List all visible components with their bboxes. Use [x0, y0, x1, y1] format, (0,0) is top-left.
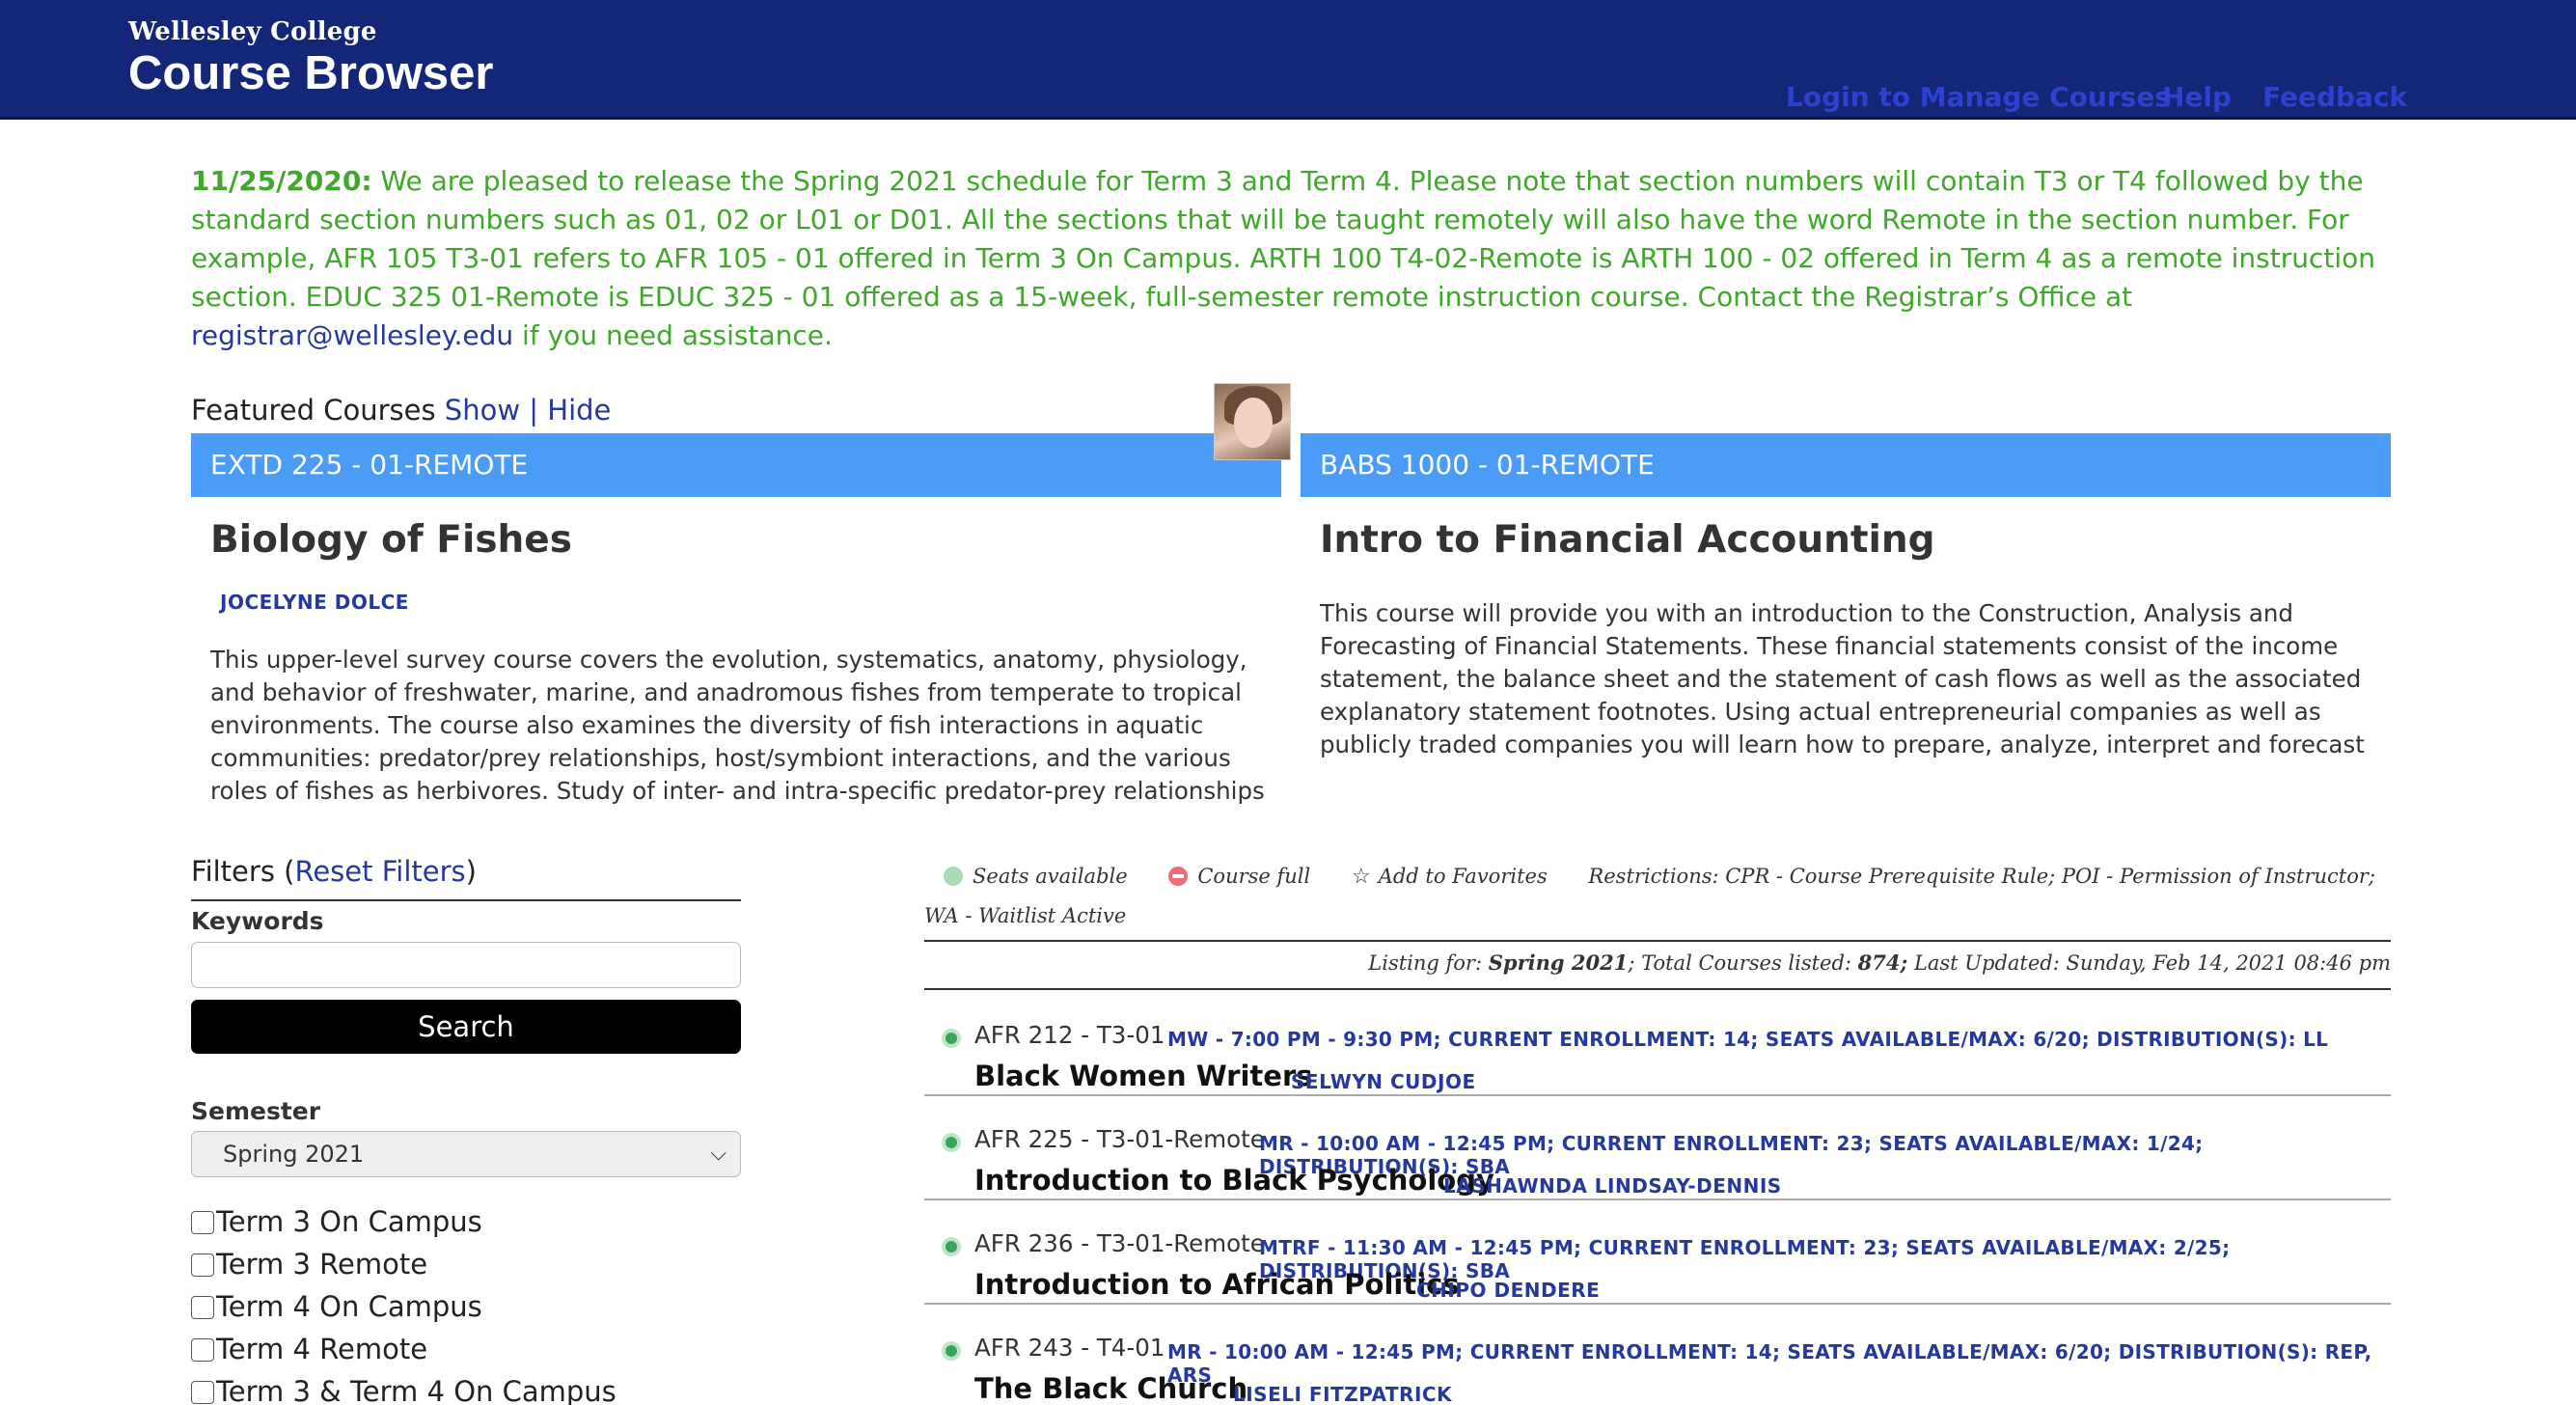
course-row[interactable]: AFR 236 - T3-01-Remote MTRF - 11:30 AM -…	[924, 1200, 2391, 1305]
featured-course-description: This course will provide you with an int…	[1320, 599, 2365, 758]
checkbox[interactable]	[191, 1211, 214, 1234]
course-code[interactable]: AFR 212 - T3-01	[974, 1021, 1165, 1049]
seats-available-icon	[942, 1029, 961, 1048]
total-courses: 874;	[1857, 950, 1908, 975]
course-title[interactable]: The Black Church	[974, 1372, 1247, 1405]
course-meta: MW - 7:00 PM - 9:30 PM; CURRENT ENROLLME…	[1167, 1028, 2329, 1051]
reset-filters-link[interactable]: Reset Filters	[294, 855, 465, 888]
keywords-label: Keywords	[191, 907, 324, 935]
announcement-text: We are pleased to release the Spring 202…	[191, 165, 2375, 313]
divider	[924, 940, 2391, 942]
instructor-link[interactable]: CHIPO DENDERE	[1416, 1279, 1600, 1302]
feedback-link[interactable]: Feedback	[2262, 81, 2407, 113]
search-button[interactable]: Search	[191, 1000, 741, 1054]
featured-label: Featured Courses	[191, 394, 445, 427]
course-row[interactable]: AFR 212 - T3-01 MW - 7:00 PM - 9:30 PM; …	[924, 992, 2391, 1096]
restrictions-text: Restrictions: CPR - Course Prerequisite …	[924, 865, 2375, 927]
course-meta: MR - 10:00 AM - 12:45 PM; CURRENT ENROLL…	[1167, 1340, 2372, 1387]
filters-title: Filters (Reset Filters)	[191, 855, 477, 888]
featured-courses-header: Featured Courses Show | Hide	[191, 394, 611, 427]
semester-select[interactable]: Spring 2021 ⌵	[191, 1131, 741, 1177]
seats-available-icon	[942, 1341, 961, 1361]
instructor-avatar	[1214, 383, 1291, 460]
seats-available-icon	[942, 1133, 961, 1152]
listing-semester: Spring 2021	[1488, 950, 1629, 975]
term-checkbox[interactable]: Term 3 On Campus	[191, 1204, 482, 1239]
login-link[interactable]: Login to Manage Courses	[1786, 81, 2171, 113]
term-checkbox[interactable]: Term 4 On Campus	[191, 1289, 482, 1324]
course-code[interactable]: AFR 225 - T3-01-Remote	[974, 1125, 1265, 1153]
keywords-input[interactable]	[191, 942, 741, 988]
checkbox[interactable]	[191, 1253, 214, 1277]
featured-course-title[interactable]: Intro to Financial Accounting	[1320, 518, 1935, 562]
app-title[interactable]: Course Browser	[128, 46, 494, 100]
course-title[interactable]: Introduction to Black Psychology	[974, 1164, 1494, 1197]
checkbox[interactable]	[191, 1381, 214, 1404]
course-title[interactable]: Black Women Writers	[974, 1060, 1313, 1092]
announcement-date: 11/25/2020:	[191, 165, 372, 197]
featured-card[interactable]: BABS 1000 - 01-REMOTE Intro to Financial…	[1301, 433, 2391, 758]
featured-show-link[interactable]: Show	[445, 394, 520, 427]
instructor-link[interactable]: SELWYN CUDJOE	[1291, 1070, 1476, 1093]
checkbox[interactable]	[191, 1338, 214, 1362]
course-code[interactable]: AFR 236 - T3-01-Remote	[974, 1229, 1265, 1257]
featured-card[interactable]: EXTD 225 - 01-REMOTE Biology of Fishes J…	[191, 433, 1281, 805]
divider	[924, 988, 2391, 990]
featured-course-code[interactable]: EXTD 225 - 01-REMOTE	[191, 433, 1281, 497]
term-checkbox[interactable]: Term 3 Remote	[191, 1247, 427, 1281]
term-checkbox[interactable]: Term 4 Remote	[191, 1332, 427, 1366]
course-title[interactable]: Introduction to African Politics	[974, 1268, 1460, 1301]
semester-selected: Spring 2021	[223, 1141, 365, 1168]
term-checkbox[interactable]: Term 3 & Term 4 On Campus	[191, 1374, 617, 1405]
listing-info: Listing for: Spring 2021; Total Courses …	[1368, 950, 2391, 975]
instructor-link[interactable]: LASHAWNDA LINDSAY-DENNIS	[1443, 1174, 1782, 1198]
featured-course-code[interactable]: BABS 1000 - 01-REMOTE	[1301, 433, 2391, 497]
featured-course-description: This upper-level survey course covers th…	[210, 646, 1265, 805]
registrar-email-link[interactable]: registrar@wellesley.edu	[191, 319, 513, 351]
seats-available-icon	[944, 867, 963, 886]
top-header: Wellesley College Course Browser Login t…	[0, 0, 2576, 120]
course-code[interactable]: AFR 243 - T4-01	[974, 1334, 1165, 1362]
star-icon: ☆	[1351, 865, 1371, 889]
featured-separator: |	[520, 394, 548, 427]
course-full-icon	[1168, 867, 1189, 886]
course-row[interactable]: AFR 243 - T4-01 MR - 10:00 AM - 12:45 PM…	[924, 1305, 2391, 1405]
instructor-link[interactable]: LISELI FITZPATRICK	[1233, 1383, 1452, 1405]
course-row[interactable]: AFR 225 - T3-01-Remote MR - 10:00 AM - 1…	[924, 1096, 2391, 1200]
featured-instructor-link[interactable]: JOCELYNE DOLCE	[220, 591, 409, 614]
help-link[interactable]: Help	[2162, 81, 2232, 113]
semester-label: Semester	[191, 1097, 321, 1125]
seats-available-icon	[942, 1237, 961, 1256]
featured-course-title[interactable]: Biology of Fishes	[210, 518, 572, 562]
college-name: Wellesley College	[128, 17, 377, 46]
chevron-down-icon: ⌵	[710, 1142, 726, 1166]
featured-hide-link[interactable]: Hide	[547, 394, 611, 427]
filters-divider	[191, 899, 741, 901]
last-updated: Last Updated: Sunday, Feb 14, 2021 08:46…	[1907, 951, 2391, 975]
checkbox[interactable]	[191, 1296, 214, 1319]
announcement: 11/25/2020: We are pleased to release th…	[191, 162, 2400, 355]
legend: Seats available Course full ☆ Add to Favo…	[924, 865, 2375, 927]
announcement-tail: if you need assistance.	[513, 319, 833, 351]
